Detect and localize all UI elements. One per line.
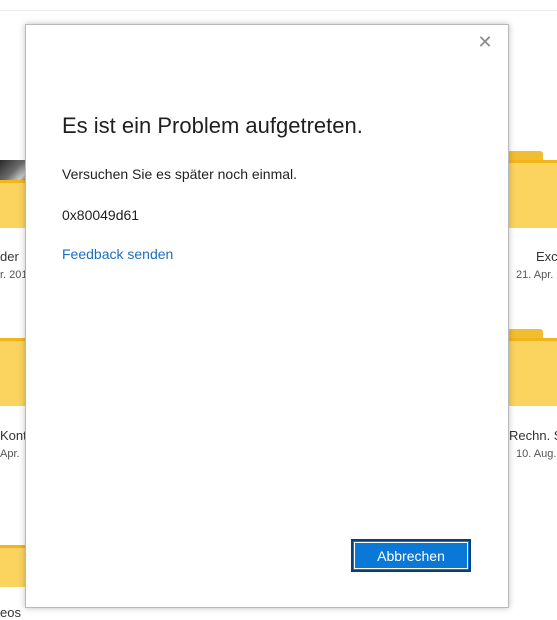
close-icon[interactable]: ✕ — [476, 33, 494, 51]
dialog-message: Versuchen Sie es später noch einmal. — [62, 166, 298, 182]
dialog-title: Es ist ein Problem aufgetreten. — [62, 113, 363, 138]
error-code: 0x80049d61 — [62, 207, 140, 223]
error-dialog: ✕ Es ist ein Problem aufgetreten. Versuc… — [25, 24, 509, 608]
cancel-button[interactable]: Abbrechen — [351, 539, 471, 572]
feedback-link[interactable]: Feedback senden — [62, 246, 173, 262]
